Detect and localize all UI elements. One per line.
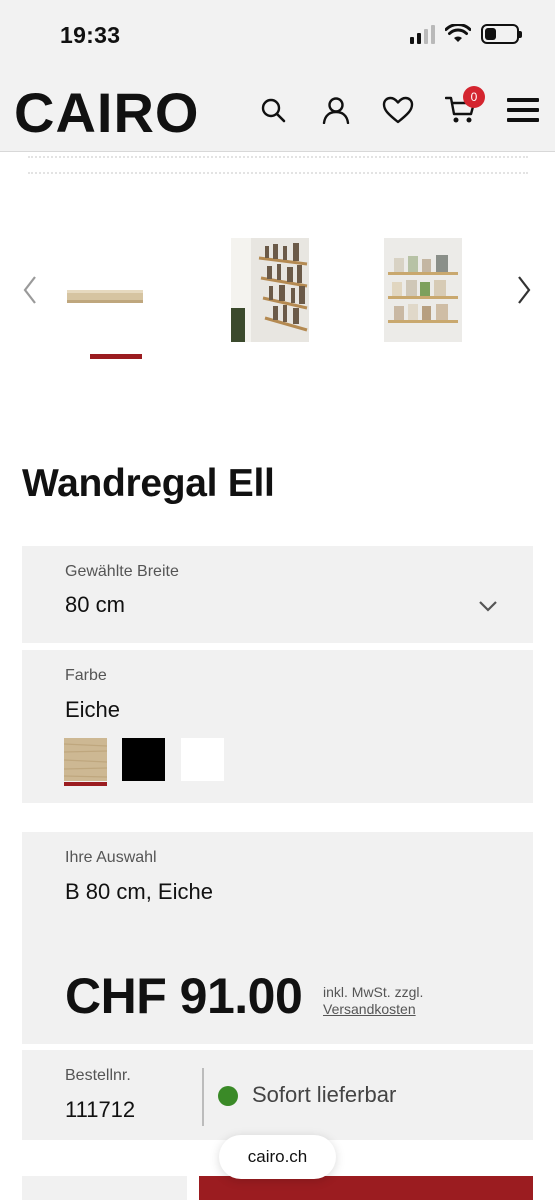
color-swatch-oak[interactable]: [63, 738, 108, 781]
product-image-carousel: [0, 230, 555, 360]
browser-url-pill[interactable]: cairo.ch: [219, 1135, 336, 1179]
cellular-signal-icon: [410, 24, 435, 44]
site-header: CAIRO 0: [0, 70, 555, 152]
color-selector: Farbe Eiche: [22, 650, 533, 803]
status-time: 19:33: [60, 22, 121, 48]
carousel-prev-button[interactable]: [18, 270, 42, 310]
color-value: Eiche: [65, 697, 121, 722]
color-swatch-black[interactable]: [122, 738, 165, 781]
product-title: Wandregal Ell: [22, 462, 275, 505]
width-value: 80 cm: [65, 592, 125, 617]
quantity-field[interactable]: [22, 1176, 187, 1200]
product-price: CHF 91.00: [65, 968, 303, 1024]
cairo-logo[interactable]: CAIRO: [14, 80, 199, 145]
account-icon[interactable]: [318, 92, 354, 128]
order-number-label: Bestellnr.: [65, 1067, 131, 1084]
selection-panel: Ihre Auswahl B 80 cm, Eiche CHF 91.00 in…: [22, 832, 533, 1044]
color-label: Farbe: [65, 667, 107, 684]
selection-label: Ihre Auswahl: [65, 849, 157, 866]
carousel-active-indicator: [90, 354, 142, 359]
wishlist-heart-icon[interactable]: [380, 92, 416, 128]
battery-icon: [481, 24, 522, 44]
color-active-indicator: [64, 782, 107, 786]
chevron-down-icon: [479, 601, 497, 612]
cart-count-badge: 0: [463, 86, 485, 108]
wifi-icon: [445, 24, 471, 42]
availability-text: Sofort lieferbar: [252, 1082, 397, 1107]
width-select[interactable]: Gewählte Breite 80 cm: [22, 546, 533, 643]
thumbnail-shelf-with-books[interactable]: [231, 238, 309, 342]
width-label: Gewählte Breite: [65, 563, 179, 580]
thumbnail-shelves-with-magazines[interactable]: [384, 238, 462, 342]
status-icons: [410, 24, 522, 44]
availability-indicator: [218, 1086, 238, 1106]
price-note: inkl. MwSt. zzgl. Versandkosten: [323, 984, 423, 1018]
add-to-cart-button[interactable]: [199, 1176, 533, 1200]
divider: [202, 1068, 204, 1126]
cart-button[interactable]: 0: [443, 86, 485, 128]
carousel-next-button[interactable]: [512, 270, 536, 310]
color-swatch-white[interactable]: [181, 738, 224, 781]
menu-hamburger-icon[interactable]: [505, 92, 541, 128]
thumbnail-shelf-product[interactable]: [65, 238, 143, 342]
price-tax-note: inkl. MwSt. zzgl.: [323, 984, 424, 1000]
order-number: 111712: [65, 1097, 136, 1122]
order-info-panel: Bestellnr. 111712 Sofort lieferbar: [22, 1050, 533, 1140]
chevron-left-icon: [23, 276, 36, 304]
search-icon[interactable]: [255, 92, 291, 128]
decorative-dots: [28, 156, 528, 176]
status-bar: 19:33: [0, 0, 555, 70]
selection-value: B 80 cm, Eiche: [65, 879, 213, 904]
shipping-costs-link[interactable]: Versandkosten: [323, 1001, 423, 1018]
chevron-right-icon: [518, 276, 531, 304]
